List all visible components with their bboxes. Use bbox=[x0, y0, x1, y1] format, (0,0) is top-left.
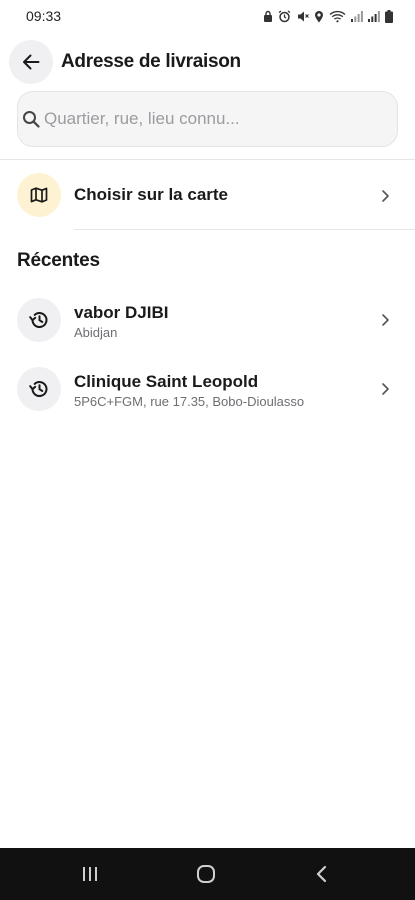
arrow-left-icon bbox=[23, 54, 40, 70]
chevron-right-icon bbox=[382, 314, 389, 326]
map-icon-container bbox=[17, 173, 61, 217]
status-icons bbox=[263, 9, 393, 23]
status-bar: 09:33 bbox=[0, 0, 415, 32]
search-input[interactable] bbox=[44, 109, 374, 129]
chevron-right-icon bbox=[382, 190, 389, 202]
search-box[interactable] bbox=[17, 91, 398, 147]
recent-item-detail: 5P6C+FGM, rue 17.35, Bobo-Dioulasso bbox=[74, 394, 305, 409]
home-icon bbox=[197, 865, 215, 883]
recent-section-title: Récentes bbox=[17, 250, 100, 271]
recent-item-detail: Abidjan bbox=[74, 325, 118, 340]
home-button[interactable] bbox=[194, 862, 218, 886]
status-time: 09:33 bbox=[26, 8, 62, 24]
mute-icon bbox=[298, 11, 309, 21]
system-back-button[interactable] bbox=[310, 862, 334, 886]
recent-item[interactable]: vabor DJIBI Abidjan bbox=[0, 292, 415, 350]
search-icon bbox=[20, 108, 42, 130]
history-icon bbox=[29, 381, 48, 397]
system-nav-bar bbox=[0, 848, 415, 900]
recent-apps-icon bbox=[83, 867, 97, 881]
signal-icon bbox=[368, 11, 380, 22]
history-icon-container bbox=[17, 367, 61, 411]
back-icon bbox=[316, 865, 327, 883]
wifi-icon bbox=[329, 10, 346, 22]
choose-on-map-row[interactable]: Choisir sur la carte bbox=[0, 167, 415, 225]
page-title: Adresse de livraison bbox=[61, 51, 241, 72]
battery-icon bbox=[385, 9, 393, 23]
divider bbox=[0, 159, 415, 160]
recent-item-name: vabor DJIBI bbox=[74, 303, 169, 322]
signal-icon bbox=[351, 11, 363, 22]
header: Adresse de livraison bbox=[0, 40, 415, 84]
divider bbox=[74, 229, 415, 230]
chevron-right-icon bbox=[382, 383, 389, 395]
choose-on-map-label: Choisir sur la carte bbox=[74, 185, 229, 204]
recent-item[interactable]: Clinique Saint Leopold 5P6C+FGM, rue 17.… bbox=[0, 361, 415, 419]
lock-icon bbox=[264, 10, 272, 22]
recent-apps-button[interactable] bbox=[78, 862, 102, 886]
history-icon bbox=[29, 312, 48, 328]
alarm-icon bbox=[278, 9, 291, 22]
recent-item-name: Clinique Saint Leopold bbox=[74, 372, 259, 391]
location-icon bbox=[315, 10, 323, 22]
map-icon bbox=[30, 187, 48, 203]
history-icon-container bbox=[17, 298, 61, 342]
back-button[interactable] bbox=[9, 40, 53, 84]
